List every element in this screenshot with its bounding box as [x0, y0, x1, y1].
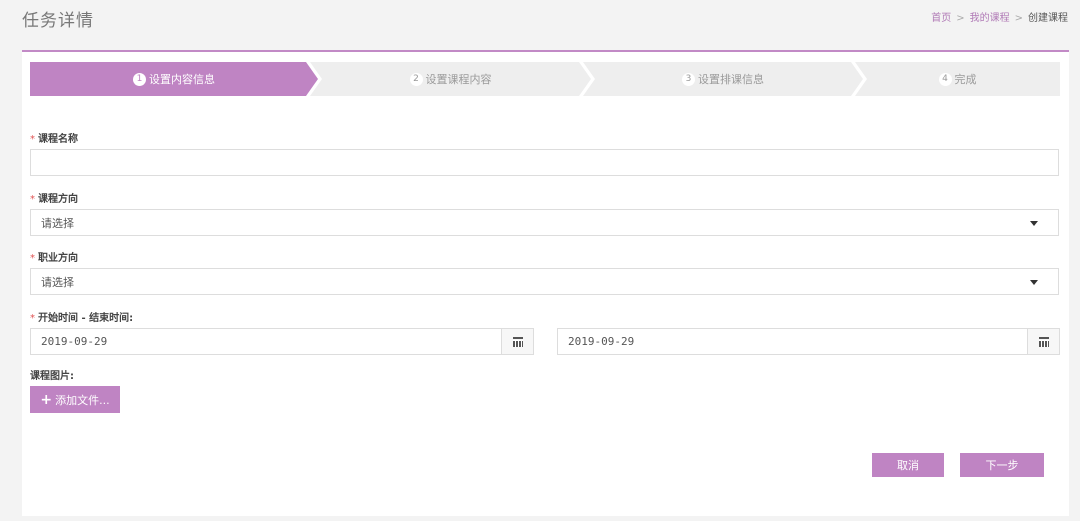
breadcrumb-separator: >: [1014, 13, 1023, 24]
course-direction-select[interactable]: 请选择: [30, 209, 1059, 236]
add-file-button[interactable]: + 添加文件...: [30, 386, 120, 413]
course-image-label: 课程图片:: [30, 371, 74, 382]
end-date-input[interactable]: [558, 329, 1027, 354]
cancel-button[interactable]: 取消: [872, 453, 944, 477]
career-direction-label: * 职业方向: [30, 249, 78, 264]
page-title: 任务详情: [22, 11, 94, 31]
step-number: 1: [133, 72, 146, 86]
step-label: 设置课程内容: [425, 73, 492, 86]
plus-icon: +: [40, 391, 53, 408]
step-course-content[interactable]: 2 设置课程内容: [310, 62, 591, 96]
wizard-steps: 1 设置内容信息 2 设置课程内容 3 设置排课信息 4 完成: [30, 62, 1060, 96]
career-direction-label-text: 职业方向: [38, 253, 78, 264]
start-date-field: [30, 328, 534, 355]
breadcrumb-my-courses[interactable]: 我的课程: [970, 13, 1010, 24]
end-date-field: [557, 328, 1060, 355]
step-content-info[interactable]: 1 设置内容信息: [30, 62, 318, 96]
calendar-icon: [1038, 337, 1049, 347]
step-number: 4: [938, 72, 952, 86]
course-direction-value: 请选择: [41, 216, 74, 230]
required-mark: *: [30, 253, 35, 264]
required-mark: *: [30, 134, 35, 145]
start-date-input[interactable]: [31, 329, 501, 354]
start-date-calendar-button[interactable]: [501, 329, 533, 354]
caret-down-icon: [1030, 280, 1038, 285]
breadcrumb: 首页 > 我的课程 > 创建课程: [931, 9, 1068, 24]
time-range-label: * 开始时间 - 结束时间:: [30, 309, 133, 324]
form-card: 1 设置内容信息 2 设置课程内容 3 设置排课信息 4 完成 * 课程名称 * 课…: [22, 50, 1069, 516]
required-mark: *: [30, 313, 35, 324]
breadcrumb-separator: >: [956, 13, 965, 24]
career-direction-value: 请选择: [41, 275, 74, 289]
step-number: 3: [682, 72, 695, 86]
required-mark: *: [30, 194, 35, 205]
calendar-icon: [512, 337, 523, 347]
caret-down-icon: [1030, 221, 1038, 226]
step-label: 完成: [954, 73, 977, 86]
step-schedule-info[interactable]: 3 设置排课信息: [583, 62, 863, 96]
end-date-calendar-button[interactable]: [1027, 329, 1059, 354]
breadcrumb-current: 创建课程: [1028, 13, 1068, 24]
step-complete[interactable]: 4 完成: [855, 62, 1060, 96]
breadcrumb-home[interactable]: 首页: [931, 13, 951, 24]
course-direction-label-text: 课程方向: [38, 194, 78, 205]
top-bar: 任务详情 首页 > 我的课程 > 创建课程: [0, 0, 1080, 40]
course-name-input[interactable]: [30, 149, 1059, 176]
next-step-button[interactable]: 下一步: [960, 453, 1044, 477]
time-range-label-text: 开始时间 - 结束时间:: [38, 313, 134, 324]
add-file-label: 添加文件...: [55, 393, 110, 407]
step-label: 设置内容信息: [149, 73, 215, 86]
step-label: 设置排课信息: [698, 73, 764, 86]
step-number: 2: [409, 72, 423, 86]
career-direction-select[interactable]: 请选择: [30, 268, 1059, 295]
course-direction-label: * 课程方向: [30, 190, 78, 205]
course-name-label-text: 课程名称: [38, 134, 78, 145]
course-name-label: * 课程名称: [30, 130, 78, 145]
